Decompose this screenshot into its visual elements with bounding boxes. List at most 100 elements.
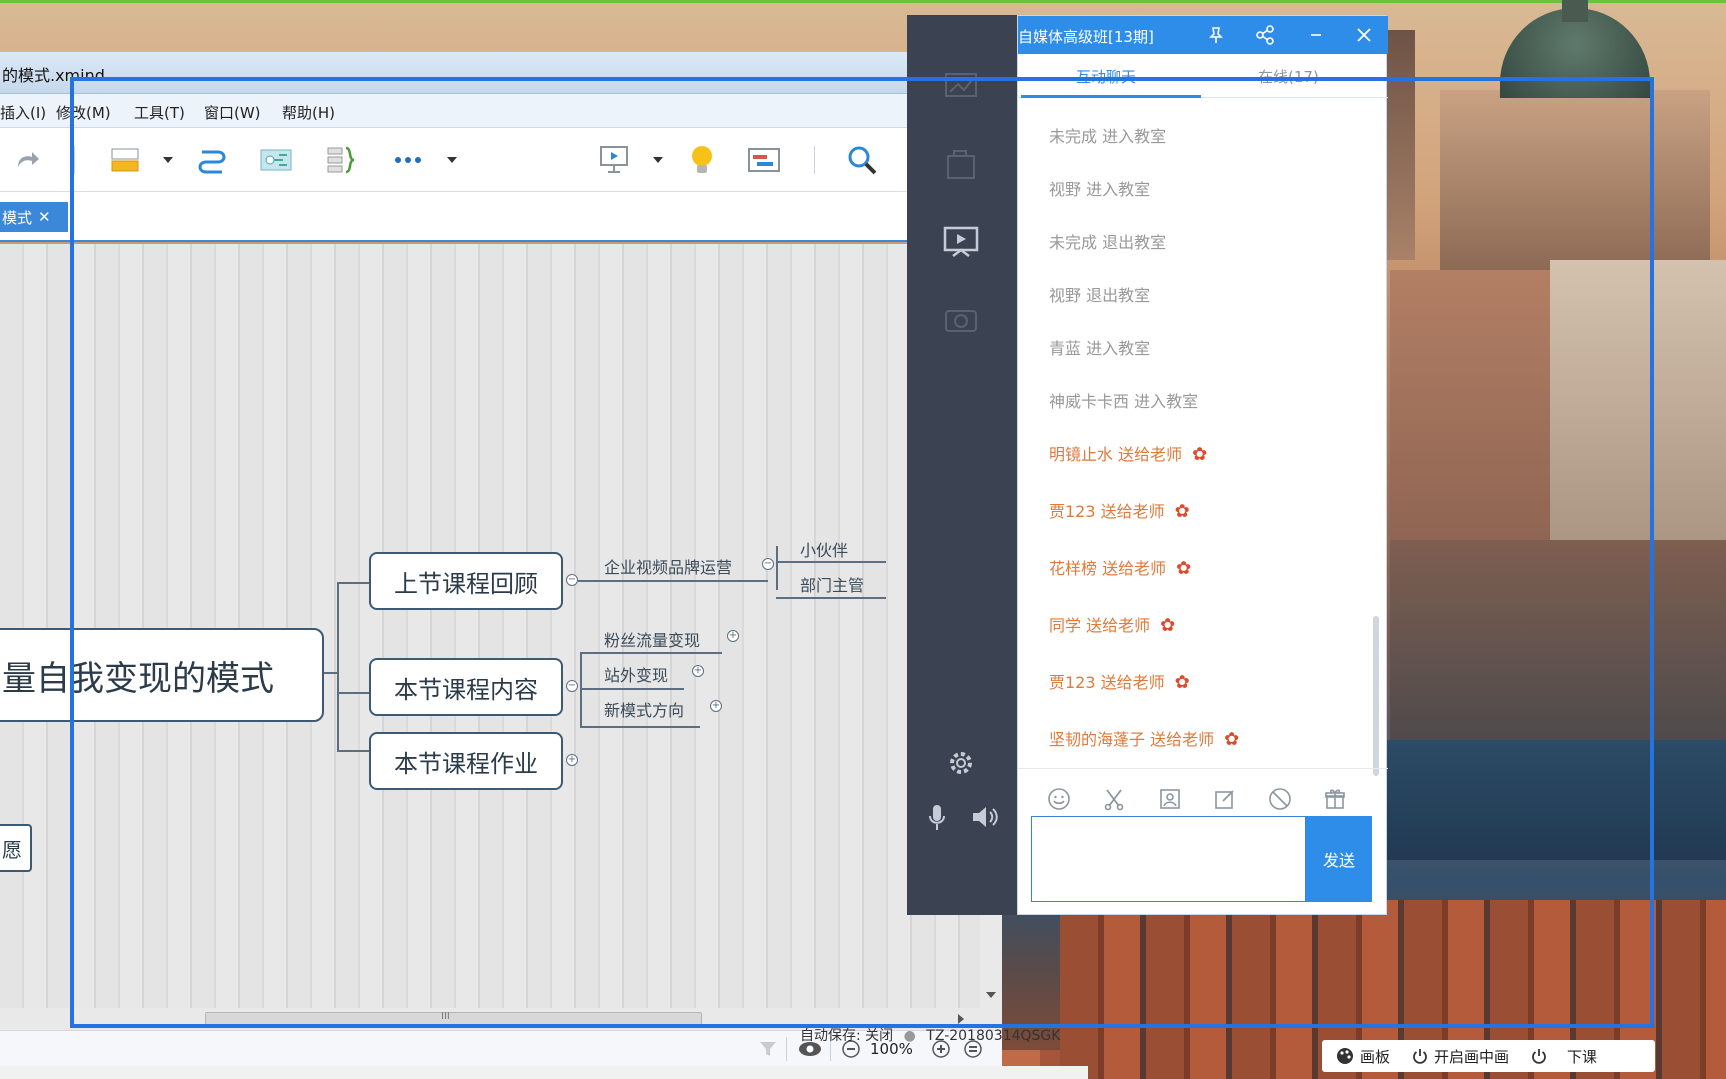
menu-help[interactable]: 帮助(H) [282, 102, 335, 123]
document-tab-label: 模式 [2, 208, 33, 227]
relationship-button[interactable] [194, 142, 230, 178]
subtopic-department-head[interactable]: 部门主管 [800, 572, 864, 596]
more-dropdown[interactable] [444, 142, 460, 178]
search-icon [848, 146, 877, 175]
mindmap-canvas[interactable]: 量自我变现的模式 上节课程回顾 本节课程内容 本节课程作业 − − + 企业视频… [0, 244, 980, 1008]
menu-window[interactable]: 窗口(W) [204, 102, 261, 123]
camera-button[interactable] [941, 299, 981, 339]
document-tab[interactable]: 模式 ✕ [0, 202, 68, 232]
presentation-dropdown[interactable] [650, 142, 666, 178]
mute-chat-button[interactable] [1266, 785, 1294, 813]
expand-knob[interactable]: + [566, 754, 578, 766]
toolbar-separator [814, 146, 815, 174]
whiteboard-button[interactable] [941, 67, 981, 107]
topic-label: 本节课程内容 [394, 675, 538, 704]
chat-message: 未完成 进入教室 [1049, 127, 1167, 146]
status-separator [786, 1037, 787, 1061]
summary-button[interactable] [324, 142, 360, 178]
chat-scrollbar[interactable] [1373, 616, 1379, 776]
expand-knob[interactable]: + [727, 630, 739, 642]
flower-icon: ✿ [1224, 729, 1240, 750]
chat-titlebar[interactable]: 自媒体高级班[13期] [1018, 16, 1388, 54]
tab-interactive-chat[interactable]: 互动聊天 [1076, 66, 1136, 87]
share-icon [1256, 25, 1274, 45]
microphone-button[interactable] [917, 797, 957, 837]
scrollbar-thumb[interactable]: III [205, 1011, 702, 1027]
expand-knob[interactable]: + [692, 665, 704, 677]
scissors-icon [1104, 789, 1124, 811]
topic-current-content[interactable]: 本节课程内容 [369, 658, 563, 716]
collapse-knob[interactable]: − [762, 558, 774, 570]
boundary-button[interactable] [258, 142, 294, 178]
document-button[interactable] [941, 145, 981, 185]
floating-topic[interactable]: 愿 [0, 824, 32, 872]
flower-icon: ✿ [1174, 672, 1190, 693]
topic-homework[interactable]: 本节课程作业 [369, 732, 563, 790]
redo-button[interactable] [12, 142, 42, 178]
picture-in-picture-toggle[interactable]: 开启画中画 [1412, 1046, 1509, 1067]
subtopic-offsite[interactable]: 站外变现 [604, 662, 668, 686]
chat-message: 视野 进入教室 [1049, 180, 1151, 199]
chat-gift-message: 贾123 送给老师 ✿ [1049, 498, 1190, 522]
close-tab-icon[interactable]: ✕ [38, 208, 51, 226]
pin-button[interactable] [1203, 22, 1229, 48]
topic-label: 本节课程作业 [394, 749, 538, 778]
whiteboard-label: 画板 [1360, 1047, 1391, 1066]
screen-share-button[interactable] [941, 223, 981, 263]
gift-button[interactable] [1321, 785, 1349, 813]
microphone-icon [929, 805, 945, 830]
filter-icon[interactable] [758, 1039, 778, 1059]
speaker-button[interactable] [965, 797, 1005, 837]
screenshot-button[interactable] [1100, 785, 1128, 813]
expand-knob[interactable]: + [710, 700, 722, 712]
subtopic-new-model[interactable]: 新模式方向 [604, 697, 684, 721]
minimize-button[interactable] [1303, 22, 1329, 48]
classroom-side-toolbar [907, 15, 1017, 915]
collapse-knob[interactable]: − [566, 574, 578, 586]
subtopic-partner[interactable]: 小伙伴 [800, 537, 848, 561]
share-button[interactable] [1252, 22, 1278, 48]
top-strip [0, 0, 1726, 3]
send-button[interactable]: 发送 [1306, 816, 1372, 902]
document-icon [947, 150, 975, 179]
close-button[interactable] [1351, 22, 1377, 48]
boundary-icon [260, 149, 292, 171]
status-lower-bar [0, 1066, 1088, 1079]
menu-modify[interactable]: 修改(M) [56, 102, 111, 123]
brainstorm-button[interactable] [684, 142, 720, 178]
flower-icon: ✿ [1192, 444, 1208, 465]
subtopic-enterprise-video[interactable]: 企业视频品牌运营 [604, 554, 732, 578]
more-button[interactable] [392, 142, 424, 178]
topic-dropdown[interactable] [160, 142, 176, 178]
menu-tools[interactable]: 工具(T) [134, 102, 185, 123]
wallpaper-lantern [1562, 0, 1588, 22]
search-button[interactable] [844, 142, 880, 178]
image-button[interactable] [1156, 785, 1184, 813]
gift-message-text: 明镜止水 送给老师 [1049, 445, 1183, 464]
summary-icon [327, 146, 355, 174]
topic-previous-review[interactable]: 上节课程回顾 [369, 552, 563, 610]
menu-insert[interactable]: 插入(I) [0, 102, 46, 123]
chat-input[interactable] [1031, 816, 1306, 902]
central-topic[interactable]: 量自我变现的模式 [0, 628, 324, 722]
emoji-button[interactable] [1045, 785, 1073, 813]
topic-button[interactable] [108, 142, 144, 178]
subtopic-fan-traffic[interactable]: 粉丝流量变现 [604, 627, 700, 651]
note-button[interactable] [1211, 785, 1239, 813]
pin-icon [1209, 27, 1223, 43]
autosave-status: 自动保存: 关闭 ● TZ-20180314QSGK [800, 1025, 1060, 1045]
end-class-button[interactable]: 下课 [1531, 1046, 1597, 1067]
dropdown-arrow-icon [653, 157, 663, 163]
wallpaper-river [1380, 740, 1726, 860]
tab-online[interactable]: 在线(17) [1258, 66, 1319, 87]
wallpaper-building [1390, 540, 1726, 740]
collapse-knob[interactable]: − [566, 680, 578, 692]
chat-gift-message: 贾123 送给老师 ✿ [1049, 669, 1190, 693]
presentation-button[interactable] [596, 142, 632, 178]
window-title: 的模式.xmind [2, 66, 105, 85]
settings-button[interactable] [941, 743, 981, 783]
gantt-button[interactable] [746, 142, 782, 178]
relationship-icon [198, 150, 226, 174]
connector-line [580, 726, 700, 728]
whiteboard-toggle[interactable]: 画板 [1336, 1046, 1390, 1067]
